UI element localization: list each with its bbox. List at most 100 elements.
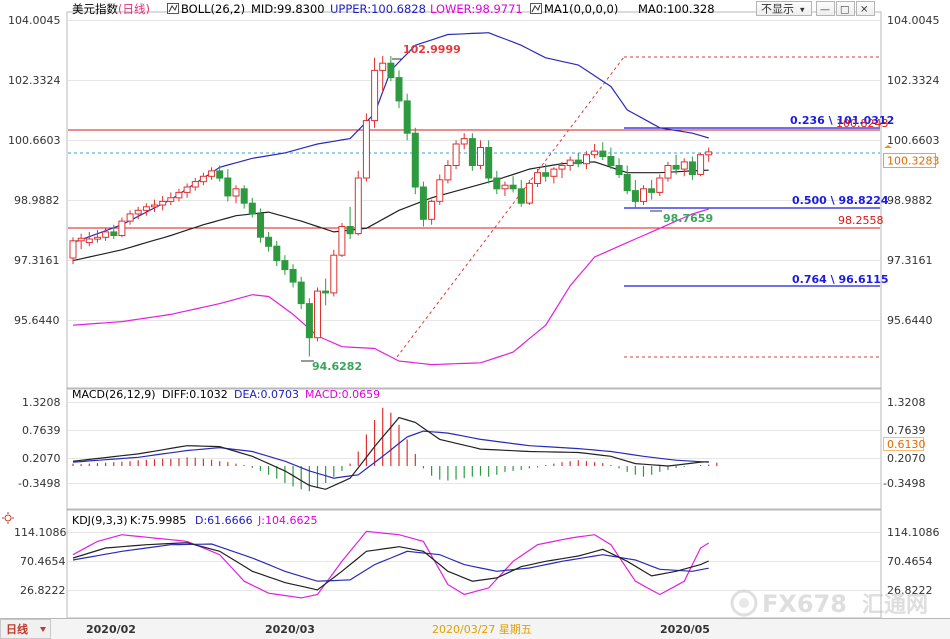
candle[interactable] [656,174,664,196]
candle-body [534,172,541,184]
y-tick-right: 102.3324 [887,74,940,87]
kdj-tick-left: 114.1086 [14,526,67,539]
candle-body [591,150,599,156]
maximize-button[interactable]: □ [836,1,855,16]
candle-body [216,170,224,179]
candle-body [175,191,183,199]
candle-body [697,154,705,175]
candle[interactable] [314,287,321,342]
candle-body [362,120,370,179]
kdj-header: KDJ(9,3,3) K:75.9985 D:61.6666 J:104.662… [2,512,317,527]
macd-tick-right: 0.7639 [887,424,926,437]
period-button[interactable]: 日线 [0,619,51,639]
chevron-down-icon: ▾ [800,6,805,16]
candle-body [477,147,484,166]
macd-tick-left: -0.3498 [18,477,60,490]
kdj-tick-left: 26.8222 [20,584,66,597]
y-tick-left: 97.3161 [14,254,60,267]
macd-tick-right: 0.2070 [887,452,926,465]
candle-body [444,165,452,181]
boll-settings-icon[interactable] [167,3,179,14]
fib-764-label: 0.764 \ 96.6115 [792,273,889,286]
macd-tick-left: 0.7639 [22,424,61,437]
macd-dea-value: DEA:0.0703 [234,388,299,401]
macd-current-badge: 0.6130 [883,437,926,451]
candle-body [224,177,232,197]
candle-body [558,165,566,170]
y-tick-right: 100.6603 [887,134,940,147]
candle-body [631,190,639,202]
boll-mid-value: MID:99.8300 [251,2,325,16]
hide-dropdown-label: 不显示 [761,3,794,16]
candle[interactable] [362,113,370,182]
support-price-label: 98.2558 [838,214,884,227]
candle-body [289,269,297,283]
macd-header: MACD(26,12,9) DIFF:0.1032 DEA:0.0703 MAC… [72,388,380,401]
minimize-button[interactable]: — [816,1,835,16]
y-tick-right: 104.0045 [887,14,940,27]
candle-body [257,213,264,238]
x-label: 2020/02 [86,623,136,636]
candle-body [322,290,330,294]
candle[interactable] [452,140,460,170]
candle[interactable] [354,170,362,236]
candle[interactable] [330,249,338,297]
x-label-cursor-date: 2020/03/27 星期五 [432,623,532,636]
chart-canvas[interactable]: 美元指数 (日线) BOLL(26,2) MID:99.8300 UPPER:1… [0,0,950,639]
candle-body [640,188,647,202]
candle-body [672,165,680,170]
sun-icon[interactable] [2,512,14,524]
candle-body [664,165,672,179]
ma-settings-icon[interactable] [530,3,542,14]
boll-lower-value: LOWER:98.9771 [430,2,523,16]
candle-body [118,220,126,237]
candle[interactable] [468,133,476,171]
candle-body [240,188,248,204]
candle[interactable] [403,93,411,141]
candle-body [354,177,362,235]
candle-body [371,69,379,122]
macd-tick-left: 0.2070 [22,452,61,465]
boll-label: BOLL(26,2) [181,2,245,16]
candle[interactable] [419,181,427,227]
y-tick-left: 98.9882 [14,194,60,207]
candle[interactable] [525,179,533,205]
ma-value: MA0:100.328 [638,2,715,16]
candle-body [403,100,411,134]
macd-tick-right: -0.3498 [883,477,925,490]
close-button[interactable]: ✕ [856,1,875,16]
candle-body [395,77,403,102]
current-price-badge: 100.3283 [883,145,940,168]
y-tick-left: 104.0045 [8,14,61,27]
candle-body [583,154,590,165]
candle-body [94,236,101,240]
candle-body [85,238,93,244]
candle[interactable] [697,152,705,177]
candle-body [151,204,158,208]
y-tick-right: 95.6440 [887,314,933,327]
pivot-low-label: 98.7659 [663,212,713,225]
candle-body [574,159,582,165]
candle-body [436,179,444,202]
candle[interactable] [338,222,346,257]
candle[interactable] [411,127,419,195]
chart-period: (日线) [118,2,150,16]
y-tick-left: 102.3324 [8,74,61,87]
hide-dropdown[interactable]: 不显示 ▾ [756,1,812,16]
macd-panel [66,388,882,510]
candle-body [338,226,346,256]
x-axis: 日线 2020/02 2020/03 2020/03/27 星期五 2020/0… [0,619,950,639]
candle-body [428,200,436,220]
candle[interactable] [257,208,264,243]
macd-tick-left: 1.3208 [22,396,61,409]
kdj-tick-right: 70.4654 [887,555,933,568]
macd-label: MACD(26,12,9) [72,388,156,401]
candle-body [607,156,615,166]
candle-body [509,184,517,190]
candle-body [566,159,574,167]
boll-upper-value: UPPER:100.6828 [330,2,426,16]
candle-body [525,182,533,204]
macd-value: MACD:0.0659 [305,388,380,401]
watermark-name: 汇通网 [862,593,928,618]
fib-overlap-label: 100.8243 [836,117,889,130]
